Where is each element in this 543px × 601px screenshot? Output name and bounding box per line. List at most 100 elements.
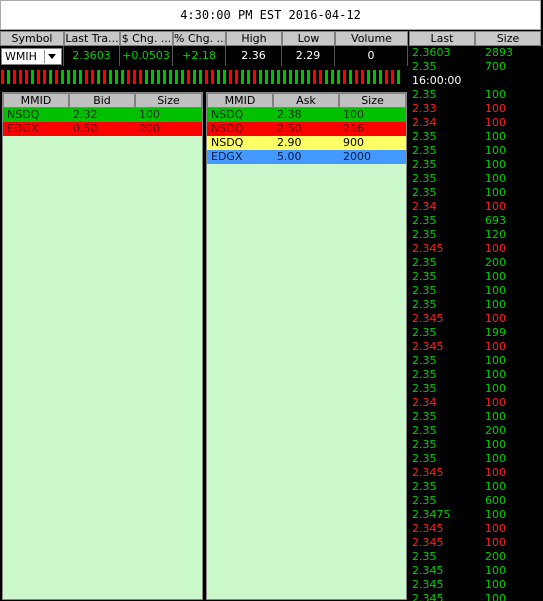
header-dollar-change[interactable]: $ Chg. ... <box>120 31 173 46</box>
bid-header-price[interactable]: Bid <box>69 93 135 108</box>
tick-mark <box>204 69 209 85</box>
trade-row: 2.35 100 <box>409 158 541 172</box>
trade-last: 2.35 <box>412 284 437 297</box>
tick-mark <box>294 69 299 85</box>
tick-mark <box>282 69 287 85</box>
trade-row: 2.35 100 <box>409 382 541 396</box>
time-sales-list[interactable]: 2.3603 2893 2.35 700 16:00:00 2.35 100 2.33 100 2… <box>409 46 541 601</box>
trade-row: 2.345 100 <box>409 340 541 354</box>
trade-size: 100 <box>485 102 506 115</box>
tick-mark <box>42 69 47 85</box>
trade-last: 2.35 <box>412 550 437 563</box>
trade-row: 2.35 693 <box>409 214 541 228</box>
symbol-value: WMIH <box>5 49 37 63</box>
trade-size: 600 <box>485 494 506 507</box>
tick-mark <box>240 69 245 85</box>
bid-rows: NSDQ 2.32 100 EDGX 0.50 200 <box>3 108 202 136</box>
ask-row[interactable]: NSDQ 2.50 216 <box>207 122 406 136</box>
trade-row: 2.35 100 <box>409 130 541 144</box>
trade-row: 2.3603 2893 <box>409 46 541 60</box>
header-high[interactable]: High <box>226 31 282 46</box>
low-value: 2.29 <box>282 46 335 66</box>
header-symbol[interactable]: Symbol <box>0 31 64 46</box>
ts-header-size[interactable]: Size <box>475 31 541 46</box>
tick-mark <box>306 69 311 85</box>
trade-size: 200 <box>485 550 506 563</box>
trade-size: 700 <box>485 60 506 73</box>
tick-mark <box>156 69 161 85</box>
ask-row[interactable]: NSDQ 2.90 900 <box>207 136 406 150</box>
trade-size: 100 <box>485 200 506 213</box>
header-low[interactable]: Low <box>282 31 335 46</box>
tick-mark <box>252 69 257 85</box>
tick-mark <box>72 69 77 85</box>
tick-mark <box>138 69 143 85</box>
trade-row: 2.35 100 <box>409 144 541 158</box>
trade-size <box>475 74 541 88</box>
ts-header-last[interactable]: Last <box>409 31 475 46</box>
trade-row: 2.35 700 <box>409 60 541 74</box>
tick-mark <box>192 69 197 85</box>
ask-row[interactable]: EDGX 5.00 2000 <box>207 150 406 164</box>
volume-value: 0 <box>335 46 408 66</box>
dollar-change-value: +0.0503 <box>120 46 173 66</box>
tick-mark <box>258 69 263 85</box>
header-volume[interactable]: Volume <box>335 31 408 46</box>
row-size: 200 <box>139 122 160 135</box>
trade-last: 2.345 <box>412 522 444 535</box>
tick-mark <box>36 69 41 85</box>
timestamp: 4:30:00 PM EST 2016-04-12 <box>180 8 361 22</box>
trade-last: 2.35 <box>412 480 437 493</box>
trade-last: 2.3603 <box>412 46 451 59</box>
tick-mark <box>78 69 83 85</box>
row-price: 5.00 <box>277 150 302 163</box>
trade-size: 100 <box>485 158 506 171</box>
ask-header-size[interactable]: Size <box>339 93 406 108</box>
row-size: 2000 <box>343 150 371 163</box>
bid-header-mmid[interactable]: MMID <box>3 93 69 108</box>
tick-mark <box>30 69 35 85</box>
row-size: 216 <box>343 122 364 135</box>
row-size: 100 <box>343 108 364 121</box>
header-pct-change[interactable]: % Chg. ... <box>173 31 226 46</box>
bid-row[interactable]: EDGX 0.50 200 <box>3 122 202 136</box>
bid-row[interactable]: NSDQ 2.32 100 <box>3 108 202 122</box>
trade-row: 16:00:00 <box>409 74 541 88</box>
tick-mark <box>348 69 353 85</box>
last-trade-value: 2.3603 <box>64 46 120 66</box>
trade-size: 100 <box>485 270 506 283</box>
tick-mark <box>174 69 179 85</box>
trade-last: 2.35 <box>412 256 437 269</box>
tick-mark <box>198 69 203 85</box>
ask-header-price[interactable]: Ask <box>273 93 339 108</box>
tick-mark <box>366 69 371 85</box>
tick-mark <box>162 69 167 85</box>
quote-header: Symbol Last Tra... $ Chg. ... % Chg. ...… <box>0 31 408 46</box>
trade-last: 2.34 <box>412 200 437 213</box>
bid-header-size[interactable]: Size <box>135 93 202 108</box>
trade-row: 2.33 100 <box>409 102 541 116</box>
trade-last: 2.3475 <box>412 508 451 521</box>
trade-last: 2.35 <box>412 438 437 451</box>
bid-panel-header: MMID Bid Size <box>3 93 202 108</box>
trade-last: 2.345 <box>412 564 444 577</box>
trade-size: 100 <box>485 592 506 601</box>
row-price: 2.38 <box>277 108 302 121</box>
tick-mark <box>132 69 137 85</box>
tick-mark <box>336 69 341 85</box>
header-last-trade[interactable]: Last Tra... <box>64 31 120 46</box>
trade-row: 2.35 100 <box>409 410 541 424</box>
ask-header-mmid[interactable]: MMID <box>207 93 273 108</box>
trade-row: 2.345 100 <box>409 592 541 601</box>
ask-row[interactable]: NSDQ 2.38 100 <box>207 108 406 122</box>
trade-row: 2.35 100 <box>409 186 541 200</box>
trade-last: 2.345 <box>412 242 444 255</box>
tick-mark <box>384 69 389 85</box>
trade-size: 199 <box>485 326 506 339</box>
trade-last: 2.35 <box>412 270 437 283</box>
symbol-selector[interactable]: WMIH <box>1 48 62 65</box>
tick-mark <box>222 69 227 85</box>
tick-mark <box>342 69 347 85</box>
trade-row: 2.3475 100 <box>409 508 541 522</box>
chevron-down-icon[interactable] <box>44 50 59 63</box>
